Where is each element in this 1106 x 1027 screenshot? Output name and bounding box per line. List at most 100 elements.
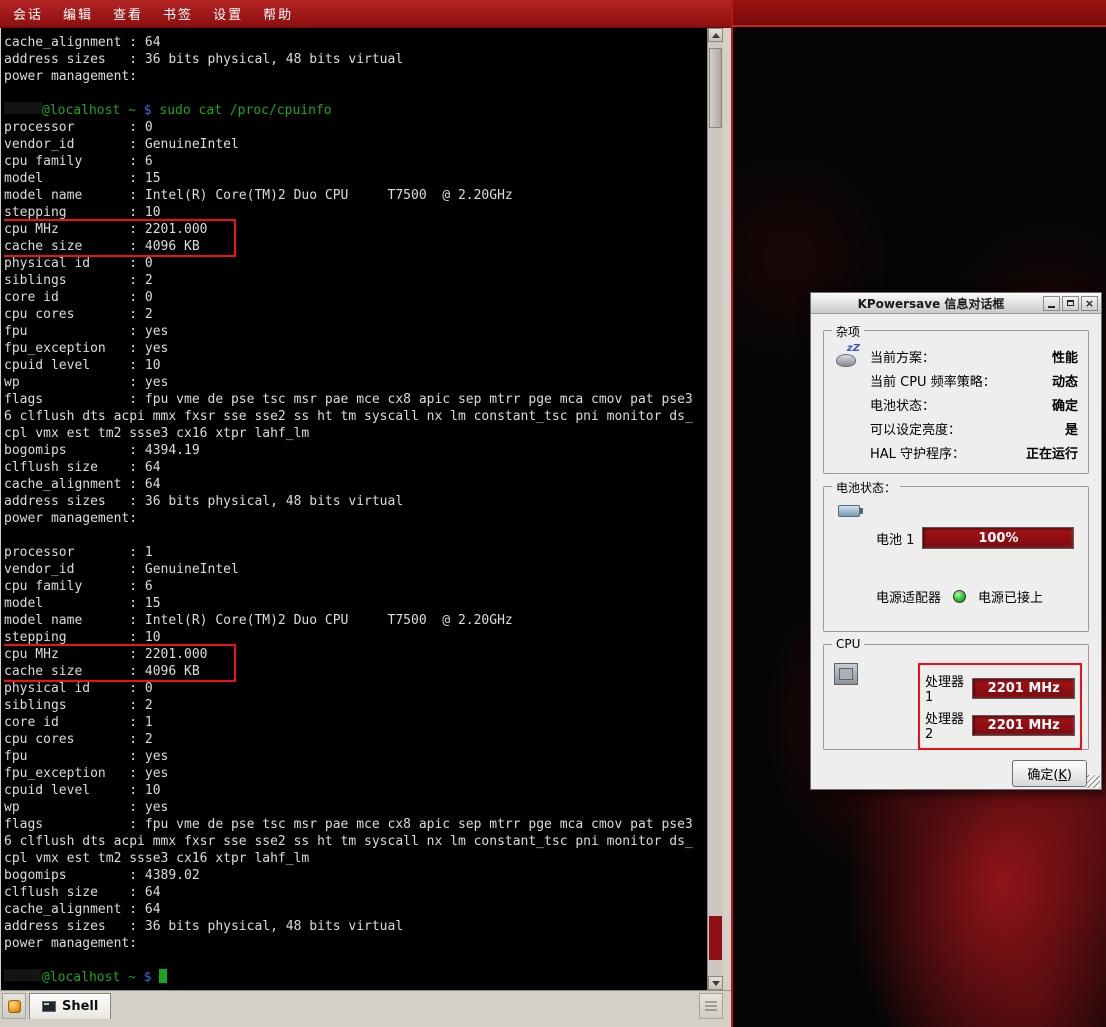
- cpu-label: 处理器 2: [925, 708, 965, 742]
- misc-row: HAL 守护程序：正在运行: [870, 443, 1078, 462]
- terminal-line: power management:: [4, 935, 706, 952]
- screen: 会话编辑查看书签设置帮助 cache_alignment : 64address…: [0, 0, 1106, 1027]
- terminal-line: cpu family : 6: [4, 578, 706, 595]
- menu-view[interactable]: 查看: [110, 2, 146, 25]
- battery-percent: 100%: [978, 531, 1018, 546]
- terminal-line: cpu cores : 2: [4, 306, 706, 323]
- terminal-line: core id : 0: [4, 289, 706, 306]
- terminal-line: model : 15: [4, 170, 706, 187]
- terminal-line: @localhost ~ $: [4, 969, 706, 986]
- misc-value: 动态: [1052, 371, 1078, 390]
- terminal-line: siblings : 2: [4, 272, 706, 289]
- minimize-icon: [1048, 306, 1055, 308]
- cpu-row: 处理器 2 2201 MHz: [925, 708, 1075, 742]
- battery-label: 电池 1: [876, 529, 914, 548]
- terminal-tabbar: Shell: [0, 990, 731, 1027]
- cpu-freq-bar: 2201 MHz: [972, 678, 1075, 699]
- desktop-top-band: [733, 0, 1106, 27]
- terminal-line: wp : yes: [4, 799, 706, 816]
- misc-value: 正在运行: [1026, 443, 1078, 462]
- terminal-line: cache_alignment : 64: [4, 901, 706, 918]
- terminal-window: 会话编辑查看书签设置帮助 cache_alignment : 64address…: [0, 0, 731, 1027]
- scrollbar-red-marker: [709, 916, 722, 960]
- misc-row: 当前 CPU 频率策略：动态: [870, 371, 1078, 390]
- terminal-viewport: cache_alignment : 64address sizes : 36 b…: [1, 28, 723, 990]
- cpu-label: 处理器 1: [925, 671, 965, 705]
- terminal-line: model name : Intel(R) Core(TM)2 Duo CPU …: [4, 187, 706, 204]
- tabbar-spacer: [111, 993, 696, 1019]
- scrollbar-thumb[interactable]: [709, 48, 722, 128]
- terminal-line: power management:: [4, 68, 706, 85]
- menu-bookmarks[interactable]: 书签: [160, 2, 196, 25]
- shell-icon: [42, 1001, 56, 1012]
- misc-label: 电池状态：: [870, 395, 935, 414]
- misc-group: 杂项 zZ 当前方案：性能当前 CPU 频率策略：动态电池状态：确定可以设定亮度…: [823, 330, 1089, 474]
- terminal-line: stepping : 10: [4, 204, 706, 221]
- terminal-line: bogomips : 4394.19: [4, 442, 706, 459]
- terminal-line: processor : 1: [4, 544, 706, 561]
- cpu-group-title: CPU: [832, 637, 864, 651]
- menu-edit[interactable]: 编辑: [60, 2, 96, 25]
- terminal-line: cache_alignment : 64: [4, 34, 706, 51]
- terminal-line: cpu family : 6: [4, 153, 706, 170]
- scrollbar-track[interactable]: [708, 42, 723, 976]
- scroll-up-button[interactable]: [708, 28, 723, 42]
- terminal-line: processor : 0: [4, 119, 706, 136]
- terminal-line: cache size : 4096 KB: [4, 663, 234, 680]
- power-led-icon: [953, 590, 966, 603]
- misc-value: 性能: [1052, 347, 1078, 366]
- misc-row: 当前方案： 性能: [870, 347, 1078, 366]
- terminal-line: vendor_id : GenuineIntel: [4, 136, 706, 153]
- menu-session[interactable]: 会话: [10, 2, 46, 25]
- terminal-scrollbar[interactable]: [707, 28, 723, 990]
- terminal-line: [4, 527, 706, 544]
- resize-grip[interactable]: [1087, 775, 1100, 788]
- minimize-button[interactable]: [1043, 296, 1060, 311]
- terminal-line: fpu : yes: [4, 323, 706, 340]
- close-button[interactable]: ×: [1081, 296, 1098, 311]
- menu-settings[interactable]: 设置: [210, 2, 246, 25]
- battery-group-title: 电池状态：: [832, 479, 900, 496]
- new-session-icon: [8, 1000, 21, 1013]
- new-session-button[interactable]: [2, 993, 26, 1019]
- dialog-body: 杂项 zZ 当前方案： 性能当前 CPU 频率策略：动态电池状态：确定可以设定亮度…: [811, 314, 1101, 789]
- tab-label: Shell: [62, 999, 98, 1014]
- terminal-line: cache_alignment : 64: [4, 476, 706, 493]
- terminal-line: core id : 1: [4, 714, 706, 731]
- misc-label: 当前方案：: [870, 347, 935, 366]
- scroll-down-button[interactable]: [708, 976, 723, 990]
- terminal-line: 6 clflush dts acpi mmx fxsr sse sse2 ss …: [4, 408, 706, 425]
- misc-row: 电池状态：确定: [870, 395, 1078, 414]
- terminal-line: cpuid level : 10: [4, 782, 706, 799]
- terminal-line: cpu MHz : 2201.000: [4, 221, 234, 238]
- annotation-box-terminal: cpu MHz : 2201.000cache size : 4096 KB: [4, 646, 234, 680]
- terminal-line: cpu cores : 2: [4, 731, 706, 748]
- terminal-line: physical id : 0: [4, 255, 706, 272]
- tab-shell[interactable]: Shell: [29, 993, 111, 1019]
- cpu-rows: 处理器 1 2201 MHz 处理器 2 2201 MHz: [918, 663, 1082, 750]
- ok-button[interactable]: 确定(K): [1012, 760, 1087, 787]
- maximize-button[interactable]: [1062, 296, 1079, 311]
- sleep-icon: zZ: [834, 345, 860, 369]
- session-list-button[interactable]: [699, 993, 723, 1019]
- dialog-titlebar[interactable]: KPowersave 信息对话框 ×: [811, 293, 1101, 314]
- misc-group-title: 杂项: [832, 323, 864, 340]
- down-arrow-icon: [712, 981, 720, 986]
- window-buttons: ×: [1043, 296, 1098, 311]
- terminal-line: cpuid level : 10: [4, 357, 706, 374]
- cpu-freq-value: 2201 MHz: [988, 681, 1060, 696]
- misc-value: 是: [1065, 419, 1078, 438]
- terminal-line: clflush size : 64: [4, 884, 706, 901]
- terminal-output[interactable]: cache_alignment : 64address sizes : 36 b…: [4, 34, 706, 990]
- redacted-username: [4, 969, 42, 981]
- terminal-line: flags : fpu vme de pse tsc msr pae mce c…: [4, 391, 706, 408]
- misc-row: 可以设定亮度：是: [870, 419, 1078, 438]
- terminal-cursor: [159, 969, 167, 983]
- terminal-menubar: 会话编辑查看书签设置帮助: [0, 0, 731, 28]
- close-icon: ×: [1085, 298, 1094, 309]
- menu-help[interactable]: 帮助: [260, 2, 296, 25]
- battery-icon: [838, 505, 860, 517]
- terminal-line: model name : Intel(R) Core(TM)2 Duo CPU …: [4, 612, 706, 629]
- cpu-group: CPU 处理器 12201 MHz处理器 22201 MHz: [823, 644, 1089, 750]
- cpu-freq-value: 2201 MHz: [988, 718, 1060, 733]
